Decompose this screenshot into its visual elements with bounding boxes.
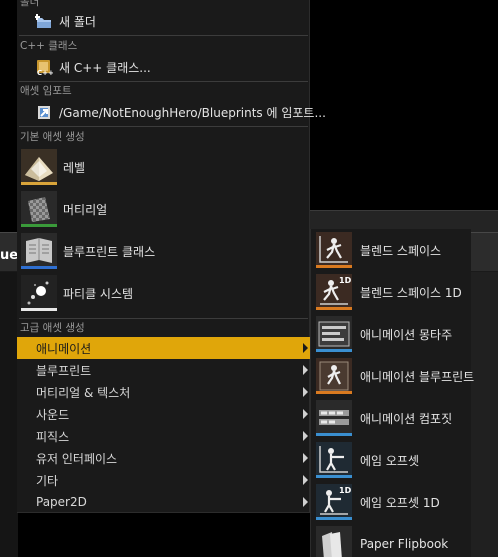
blend-space-1d-icon: 1D — [316, 274, 352, 310]
create-anim-montage-label: 애니메이션 몽타주 — [360, 327, 453, 342]
aim-offset-icon — [316, 442, 352, 478]
create-anim-blueprint-item[interactable]: 애니메이션 블루프린트 — [311, 355, 475, 397]
submenu-miscellaneous-label: 기타 — [36, 473, 59, 488]
svg-text:1D: 1D — [339, 276, 352, 285]
create-blueprint-class-item[interactable]: 블루프린트 클래스 — [17, 230, 310, 272]
import-asset-item[interactable]: /Game/NotEnoughHero/Blueprints 에 임포트... — [17, 102, 326, 122]
submenu-animation-label: 애니메이션 — [36, 341, 92, 356]
blend-space-accent-bar — [316, 265, 352, 268]
create-paper-flipbook-label: Paper Flipbook — [360, 537, 449, 551]
new-folder-icon — [35, 14, 51, 28]
blend-space-icon — [316, 232, 352, 268]
level-accent-bar — [21, 182, 57, 185]
import-icon — [38, 106, 50, 119]
submenu-blueprint-label: 블루프린트 — [36, 363, 92, 378]
submenu-physics[interactable]: 피직스 — [17, 425, 310, 447]
blend-space-1d-accent-bar — [316, 307, 352, 310]
anim-montage-accent-bar — [316, 349, 352, 352]
submenu-sounds-label: 사운드 — [36, 407, 70, 422]
submenu-user-interface-label: 유저 인터페이스 — [36, 451, 118, 466]
import-asset-label: /Game/NotEnoughHero/Blueprints 에 임포트... — [59, 105, 326, 120]
separator — [19, 318, 308, 319]
editor-tab-label: uep — [0, 248, 18, 263]
particle-system-accent-bar — [21, 308, 57, 311]
create-level-item[interactable]: 레벨 — [17, 146, 310, 188]
anim-montage-icon — [316, 316, 352, 352]
cpp-section-heading: C++ 클래스 — [20, 40, 78, 52]
create-paper-flipbook-item[interactable]: Paper Flipbook — [311, 523, 472, 557]
submenu-arrow-icon — [303, 409, 308, 419]
new-folder-label: 새 폴더 — [59, 14, 96, 29]
blueprint-class-accent-bar — [21, 266, 57, 269]
submenu-materials-textures-label: 머티리얼 & 텍스처 — [36, 385, 131, 400]
create-aim-offset-item[interactable]: 에임 오프셋 — [311, 439, 472, 481]
anim-blueprint-accent-bar — [316, 391, 352, 394]
create-level-label: 레벨 — [63, 160, 86, 175]
create-material-label: 머티리얼 — [63, 202, 108, 217]
separator — [19, 35, 308, 36]
submenu-arrow-icon — [303, 475, 308, 485]
folder-section-heading: 폴더 — [20, 0, 40, 8]
cpp-class-icon: C++ — [37, 60, 53, 76]
new-cpp-class-item[interactable]: C++ 새 C++ 클래스... — [17, 57, 310, 77]
create-material-item[interactable]: 머티리얼 — [17, 188, 310, 230]
create-anim-composite-item[interactable]: 애니메이션 컴포짓 — [311, 397, 472, 439]
animation-submenu: 블렌드 스페이스 1D 블렌드 스페이스 1D 애니메이션 몽타주 애니메이션 … — [310, 229, 475, 557]
editor-right-panel — [470, 272, 498, 557]
submenu-arrow-icon — [303, 497, 308, 507]
anim-composite-accent-bar — [316, 433, 352, 436]
submenu-arrow-icon — [303, 431, 308, 441]
submenu-miscellaneous[interactable]: 기타 — [17, 469, 310, 491]
submenu-paper2d-label: Paper2D — [36, 495, 87, 509]
submenu-blueprint[interactable]: 블루프린트 — [17, 359, 310, 381]
aim-offset-1d-accent-bar — [316, 517, 352, 520]
material-icon — [21, 191, 57, 227]
create-blend-space-1d-label: 블렌드 스페이스 1D — [360, 285, 462, 300]
aim-offset-accent-bar — [316, 475, 352, 478]
create-aim-offset-1d-label: 에임 오프셋 1D — [360, 495, 440, 510]
blueprint-class-icon — [21, 233, 57, 269]
submenu-physics-label: 피직스 — [36, 429, 70, 444]
submenu-animation[interactable]: 애니메이션 — [17, 337, 310, 359]
create-aim-offset-label: 에임 오프셋 — [360, 453, 420, 468]
submenu-arrow-icon — [303, 453, 308, 463]
separator — [19, 81, 308, 82]
level-icon — [21, 149, 57, 185]
create-particle-system-label: 파티클 시스템 — [63, 286, 134, 301]
create-anim-composite-label: 애니메이션 컴포짓 — [360, 411, 453, 426]
anim-blueprint-icon — [316, 358, 352, 394]
import-section-heading: 애셋 임포트 — [20, 85, 72, 97]
content-browser-context-menu: 폴더 새 폴더 C++ 클래스 C++ 새 C++ 클래스... 애셋 임포트 … — [17, 0, 326, 513]
submenu-arrow-icon — [303, 365, 308, 375]
create-anim-montage-item[interactable]: 애니메이션 몽타주 — [311, 313, 472, 355]
create-blend-space-item[interactable]: 블렌드 스페이스 — [311, 229, 472, 271]
particle-system-icon — [21, 275, 57, 311]
advanced-assets-heading: 고급 애셋 생성 — [20, 322, 85, 334]
new-folder-item[interactable]: 새 폴더 — [17, 11, 310, 31]
create-blueprint-class-label: 블루프린트 클래스 — [63, 244, 156, 259]
editor-viewport-area — [310, 0, 498, 210]
create-particle-system-item[interactable]: 파티클 시스템 — [17, 272, 310, 314]
paper-flipbook-icon — [316, 526, 352, 557]
create-blend-space-label: 블렌드 스페이스 — [360, 243, 442, 258]
submenu-arrow-icon — [303, 387, 308, 397]
submenu-user-interface[interactable]: 유저 인터페이스 — [17, 447, 310, 469]
submenu-paper2d[interactable]: Paper2D — [17, 491, 310, 513]
create-blend-space-1d-item[interactable]: 1D 블렌드 스페이스 1D — [311, 271, 472, 313]
svg-text:1D: 1D — [339, 486, 352, 495]
editor-left-panel — [0, 272, 18, 557]
create-aim-offset-1d-item[interactable]: 1D 에임 오프셋 1D — [311, 481, 472, 523]
svg-text:C++: C++ — [37, 69, 53, 76]
submenu-sounds[interactable]: 사운드 — [17, 403, 310, 425]
submenu-materials-textures[interactable]: 머티리얼 & 텍스처 — [17, 381, 310, 403]
basic-assets-heading: 기본 애셋 생성 — [20, 131, 85, 143]
aim-offset-1d-icon: 1D — [316, 484, 352, 520]
new-cpp-class-label: 새 C++ 클래스... — [59, 60, 151, 75]
material-accent-bar — [21, 224, 57, 227]
anim-composite-icon — [316, 400, 352, 436]
separator — [19, 126, 308, 127]
submenu-arrow-icon — [303, 343, 308, 353]
create-anim-blueprint-label: 애니메이션 블루프린트 — [360, 369, 475, 384]
